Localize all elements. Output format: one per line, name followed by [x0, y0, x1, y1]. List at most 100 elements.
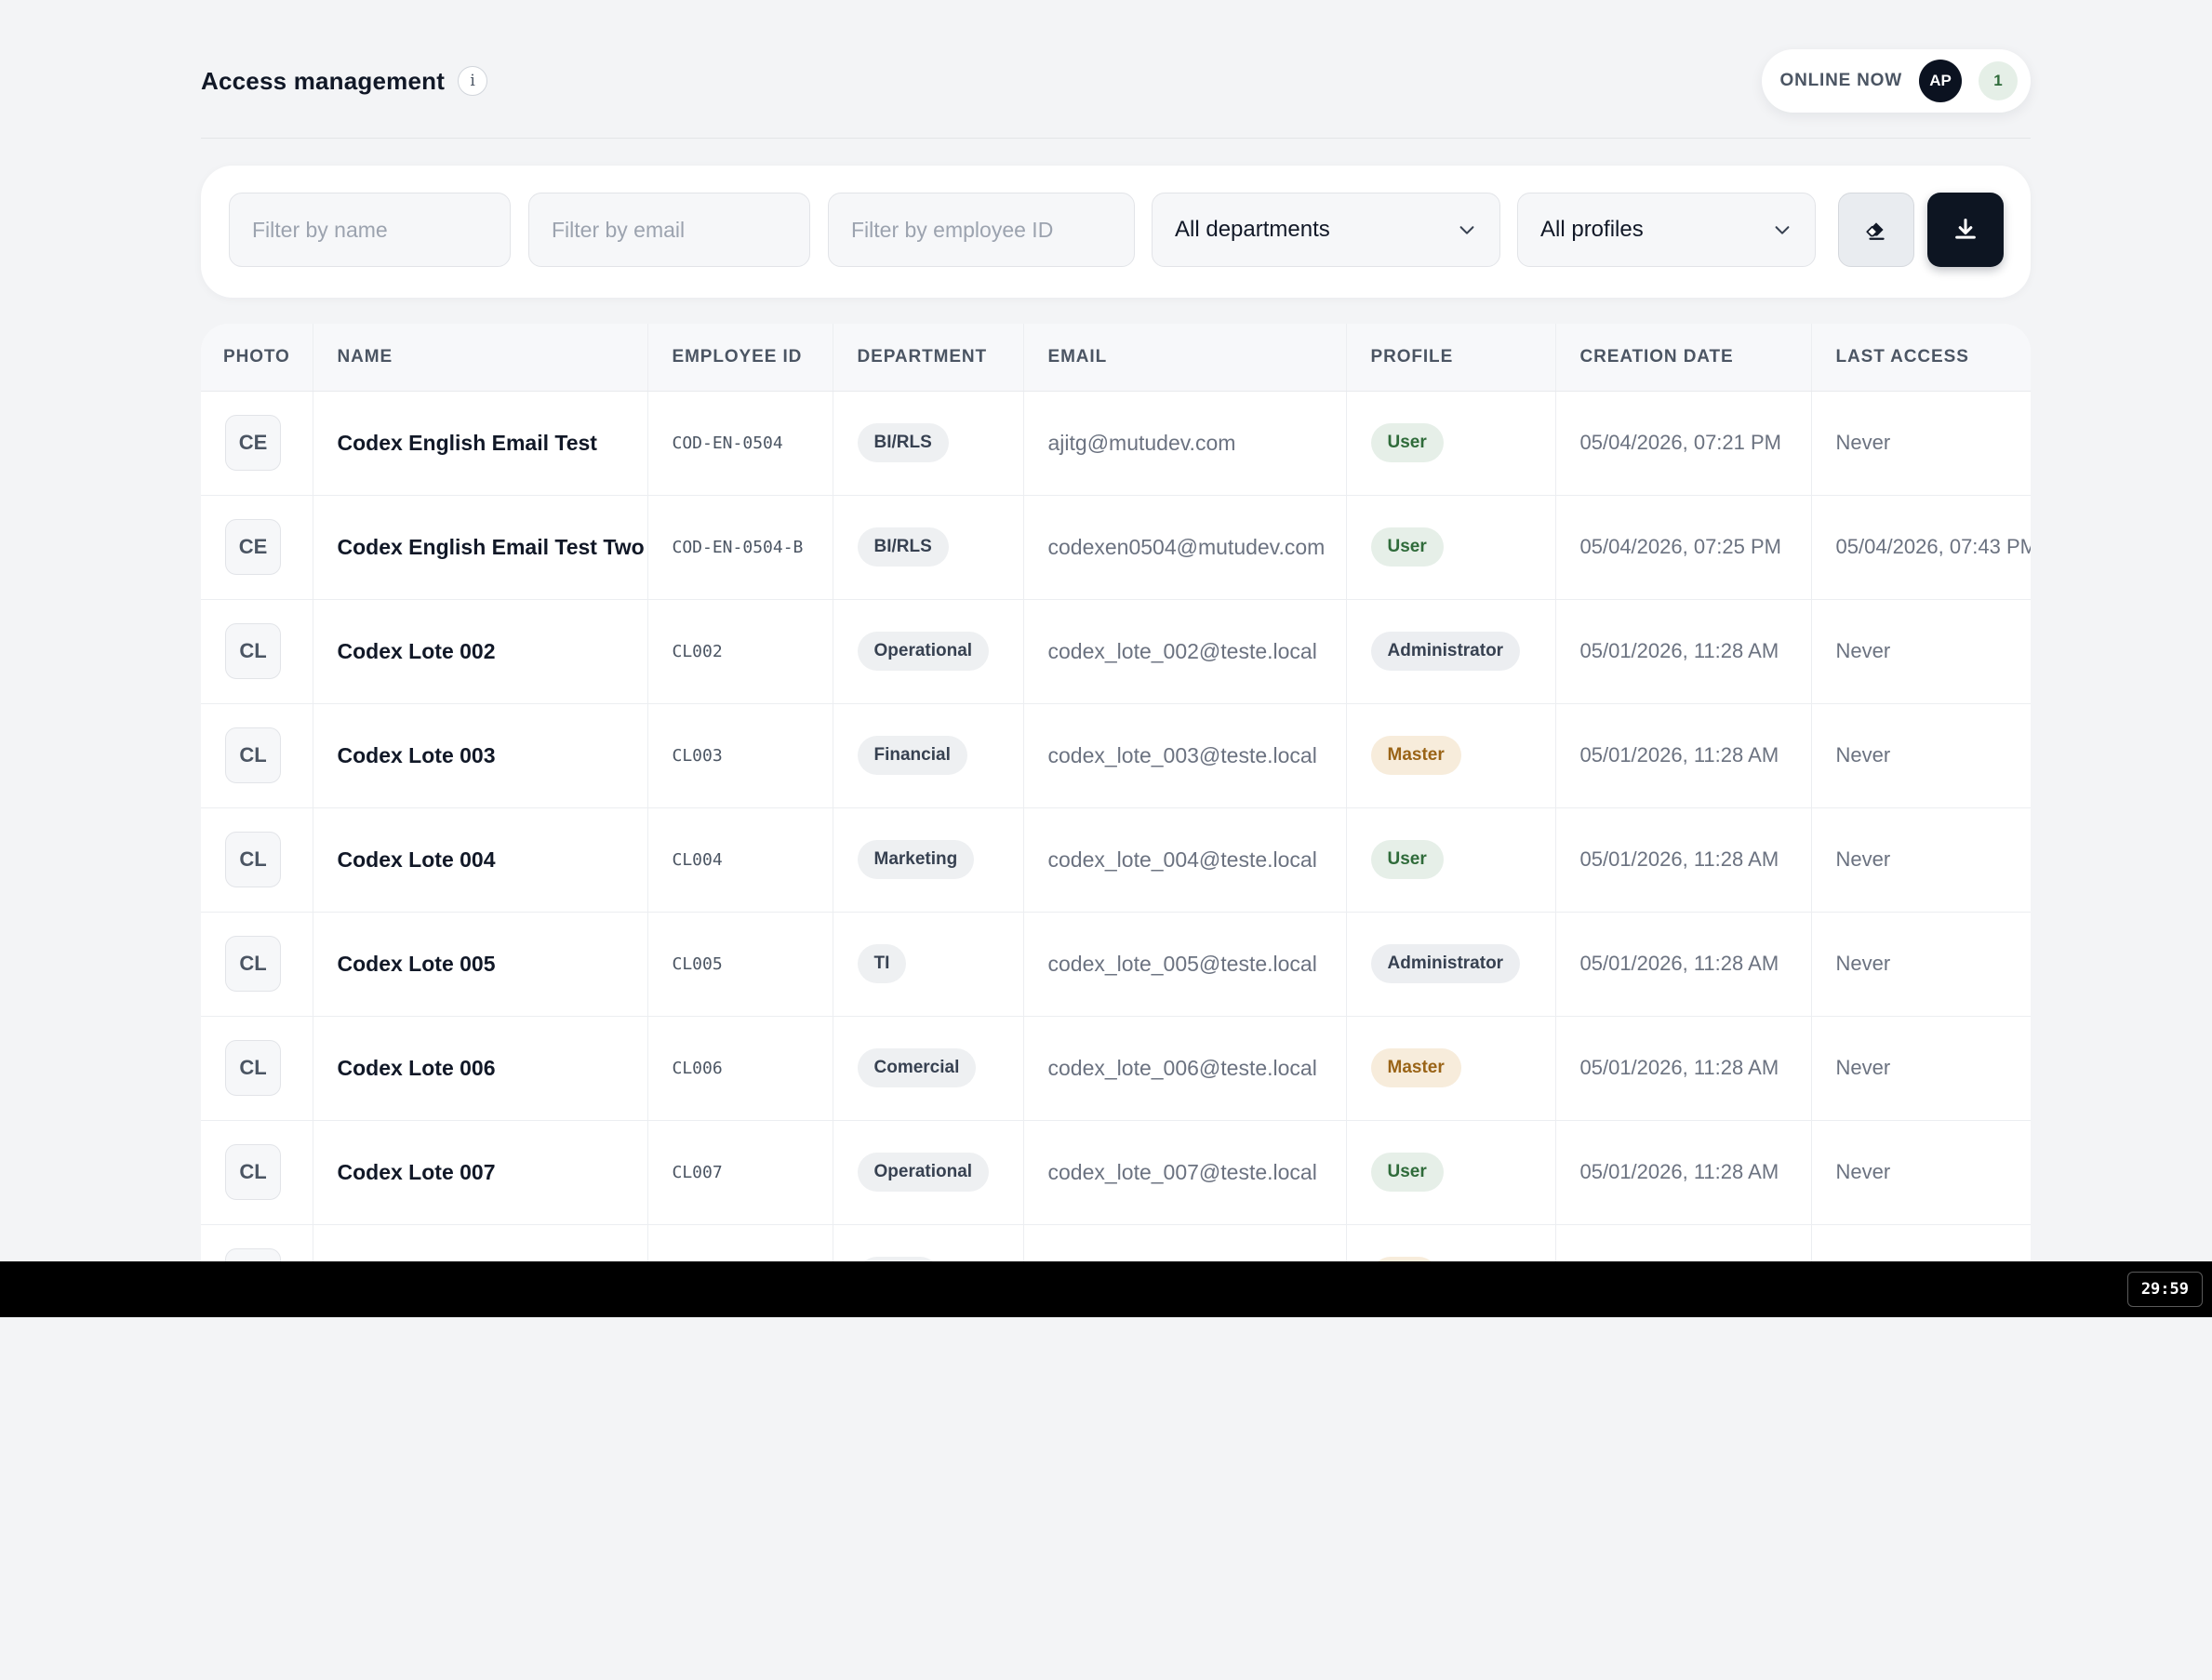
- table-header-row: PHOTO NAME EMPLOYEE ID DEPARTMENT EMAIL …: [201, 324, 2031, 392]
- table-row[interactable]: CL Codex Lote 007 CL007 Operational code…: [201, 1120, 2031, 1225]
- last-access: 05/04/2026, 07:43 PM: [1811, 495, 2031, 600]
- profile-badge: User: [1370, 423, 1444, 462]
- last-access: Never: [1811, 391, 2031, 496]
- employee-id: CL003: [647, 703, 833, 808]
- profile-badge: Master: [1370, 1048, 1461, 1087]
- employee-id: COD-EN-0504-B: [647, 495, 833, 600]
- profile-select-value: All profiles: [1540, 217, 1644, 242]
- online-now-label: ONLINE NOW: [1779, 71, 1902, 90]
- user-name: Codex English Email Test: [313, 391, 648, 496]
- profile-badge: Master: [1370, 736, 1461, 775]
- table-row[interactable]: CL Codex Lote 006 CL006 Comercial codex_…: [201, 1016, 2031, 1121]
- column-header-department[interactable]: DEPARTMENT: [833, 324, 1024, 392]
- user-name: Codex Lote 007: [313, 1120, 648, 1225]
- department-badge: Marketing: [857, 840, 975, 879]
- user-name: Codex Lote 005: [313, 912, 648, 1017]
- column-header-email[interactable]: EMAIL: [1023, 324, 1347, 392]
- filter-name-input[interactable]: [229, 193, 511, 267]
- table-row[interactable]: CL Codex Lote 005 CL005 TI codex_lote_00…: [201, 912, 2031, 1017]
- department-badge: Operational: [857, 1153, 990, 1192]
- user-email: codexen0504@mutudev.com: [1023, 495, 1347, 600]
- user-email: codex_lote_002@teste.local: [1023, 599, 1347, 704]
- table-row[interactable]: CL Codex Lote 002 CL002 Operational code…: [201, 599, 2031, 704]
- last-access: Never: [1811, 807, 2031, 913]
- chevron-down-icon: [1775, 226, 1790, 234]
- table-row-partial[interactable]: [201, 1224, 2031, 1261]
- chevron-down-icon: [1459, 226, 1474, 234]
- last-access: Never: [1811, 1120, 2031, 1225]
- user-photo: CL: [225, 1144, 281, 1200]
- column-header-last-access[interactable]: LAST ACCESS: [1811, 324, 2031, 392]
- user-email: codex_lote_004@teste.local: [1023, 807, 1347, 913]
- column-header-creation-date[interactable]: CREATION DATE: [1555, 324, 1812, 392]
- last-access: Never: [1811, 1016, 2031, 1121]
- clear-filters-button[interactable]: [1838, 193, 1914, 267]
- table-row[interactable]: CL Codex Lote 003 CL003 Financial codex_…: [201, 703, 2031, 808]
- page-title: Access management: [201, 66, 446, 95]
- filter-email-input[interactable]: [528, 193, 810, 267]
- profile-badge: Administrator: [1370, 632, 1521, 671]
- export-button[interactable]: [1927, 193, 2004, 267]
- department-badge: BI/RLS: [857, 527, 949, 567]
- department-select-value: All departments: [1175, 217, 1330, 242]
- bottom-overlay-bar: 29:59: [0, 1261, 2212, 1317]
- creation-date: 05/01/2026, 11:28 AM: [1555, 807, 1812, 913]
- column-header-employee-id[interactable]: EMPLOYEE ID: [647, 324, 833, 392]
- table-row[interactable]: CL Codex Lote 004 CL004 Marketing codex_…: [201, 807, 2031, 913]
- employee-id: CL004: [647, 807, 833, 913]
- department-badge: BI/RLS: [857, 423, 949, 462]
- user-name: Codex Lote 004: [313, 807, 648, 913]
- filter-bar: All departments All profiles: [201, 166, 2031, 298]
- department-badge: Operational: [857, 632, 990, 671]
- creation-date: 05/04/2026, 07:21 PM: [1555, 391, 1812, 496]
- creation-date: 05/01/2026, 11:28 AM: [1555, 912, 1812, 1017]
- profile-select[interactable]: All profiles: [1517, 193, 1816, 267]
- session-timer: 29:59: [2126, 1272, 2203, 1307]
- user-name: Codex English Email Test Two: [313, 495, 648, 600]
- user-photo: CE: [225, 519, 281, 575]
- column-header-name[interactable]: NAME: [313, 324, 648, 392]
- employee-id: CL007: [647, 1120, 833, 1225]
- column-header-profile[interactable]: PROFILE: [1346, 324, 1556, 392]
- user-photo: CL: [225, 832, 281, 887]
- user-photo: CE: [225, 415, 281, 471]
- employee-id: CL005: [647, 912, 833, 1017]
- user-email: codex_lote_006@teste.local: [1023, 1016, 1347, 1121]
- table-row[interactable]: CE Codex English Email Test Two COD-EN-0…: [201, 495, 2031, 600]
- access-management-page: Access management i ONLINE NOW AP 1 All …: [0, 0, 2212, 1680]
- creation-date: 05/01/2026, 11:28 AM: [1555, 599, 1812, 704]
- employee-id: CL002: [647, 599, 833, 704]
- creation-date: 05/01/2026, 11:28 AM: [1555, 1120, 1812, 1225]
- last-access: Never: [1811, 599, 2031, 704]
- user-name: Codex Lote 003: [313, 703, 648, 808]
- filter-employee-id-input[interactable]: [828, 193, 1135, 267]
- table-row[interactable]: CE Codex English Email Test COD-EN-0504 …: [201, 391, 2031, 496]
- profile-badge: User: [1370, 527, 1444, 567]
- user-photo-partial: [225, 1248, 281, 1261]
- online-now-indicator: ONLINE NOW AP 1: [1761, 49, 2031, 113]
- last-access: Never: [1811, 912, 2031, 1017]
- user-photo: CL: [225, 936, 281, 992]
- department-select[interactable]: All departments: [1152, 193, 1500, 267]
- users-table-card: PHOTO NAME EMPLOYEE ID DEPARTMENT EMAIL …: [201, 324, 2031, 1261]
- title-group: Access management i: [201, 66, 488, 96]
- user-photo: CL: [225, 623, 281, 679]
- employee-id: CL006: [647, 1016, 833, 1121]
- profile-badge: User: [1370, 840, 1444, 879]
- user-name: Codex Lote 006: [313, 1016, 648, 1121]
- creation-date: 05/01/2026, 11:28 AM: [1555, 1016, 1812, 1121]
- profile-badge: Administrator: [1370, 944, 1521, 983]
- column-header-photo[interactable]: PHOTO: [201, 324, 313, 392]
- info-icon[interactable]: i: [458, 66, 488, 96]
- users-table: PHOTO NAME EMPLOYEE ID DEPARTMENT EMAIL …: [201, 324, 2031, 1261]
- user-name: Codex Lote 002: [313, 599, 648, 704]
- header-divider: [201, 138, 2031, 139]
- department-badge: Comercial: [857, 1048, 977, 1087]
- department-badge: Financial: [857, 736, 967, 775]
- eraser-icon: [1866, 222, 1885, 240]
- user-photo: CL: [225, 1040, 281, 1096]
- user-avatar[interactable]: AP: [1919, 60, 1962, 102]
- user-photo: CL: [225, 727, 281, 783]
- page-header: Access management i ONLINE NOW AP 1: [201, 48, 2031, 113]
- creation-date: 05/01/2026, 11:28 AM: [1555, 703, 1812, 808]
